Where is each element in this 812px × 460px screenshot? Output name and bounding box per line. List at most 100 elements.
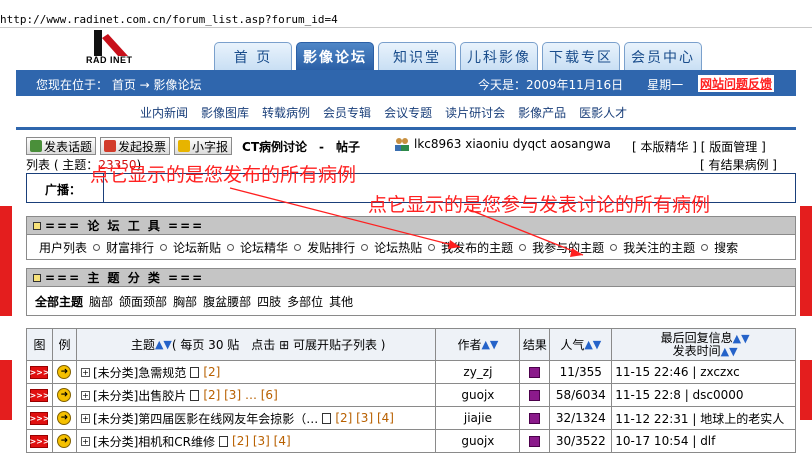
url-text[interactable]: http://www.radinet.com.cn/forum_list.asp…	[0, 13, 338, 26]
topic-author[interactable]: jiajie	[436, 407, 521, 430]
col-author[interactable]: 作者 ▲▼	[436, 329, 521, 361]
expand-icon[interactable]: +	[80, 367, 90, 377]
result-icon	[529, 366, 541, 378]
tab-imaging-forum[interactable]: 影像论坛	[296, 42, 374, 70]
topic-categories-panel: === 主 题 分 类 === 全部主题 脑部 颌面颈部 胸部 腹盆腰部 四肢 …	[26, 268, 796, 316]
results-cases-link[interactable]: [ 有结果病例 ]	[700, 156, 777, 173]
broadcast-label: 广播：	[45, 183, 82, 197]
tab-member-center[interactable]: 会员中心	[624, 42, 702, 70]
category-head-neck[interactable]: 颌面颈部	[119, 293, 167, 310]
subnav-reading-seminar[interactable]: 读片研讨会	[445, 104, 505, 121]
subnav-member-albums[interactable]: 会员专辑	[323, 104, 371, 121]
tool-user-list[interactable]: 用户列表	[39, 239, 87, 256]
bullet-icon	[519, 243, 527, 251]
topic-title[interactable]: [未分类]第四届医影在线网友年会掠影（…	[93, 410, 318, 427]
topic-pages[interactable]: [2] [3] [4]	[335, 411, 394, 425]
expand-icon[interactable]: +	[80, 436, 90, 446]
category-abdomen-pelvis[interactable]: 腹盆腰部	[203, 293, 251, 310]
breadcrumb[interactable]: 您现在位于： 首页 → 影像论坛	[36, 76, 202, 93]
expand-icon[interactable]: +	[80, 413, 90, 423]
subnav-reposted-cases[interactable]: 转载病例	[262, 104, 310, 121]
category-all[interactable]: 全部主题	[35, 293, 83, 310]
hot-topic-icon[interactable]: >>>	[29, 434, 50, 448]
topic-pages[interactable]: [2]	[203, 365, 220, 379]
tab-pediatric-imaging[interactable]: 儿科影像	[460, 42, 538, 70]
arrow-icon[interactable]: ➜	[57, 434, 72, 448]
collapse-icon[interactable]	[33, 221, 41, 230]
tool-search[interactable]: 搜索	[714, 239, 738, 256]
post-topic-button[interactable]: 发表话题	[26, 137, 97, 155]
tool-new-posts[interactable]: 论坛新贴	[173, 239, 221, 256]
table-row[interactable]: >>> ➜ + [未分类]急需规范 [2] zy_zj 11/355 11-15 2…	[27, 361, 797, 384]
subnav-industry-news[interactable]: 业内新闻	[140, 104, 188, 121]
category-multi-site[interactable]: 多部位	[287, 293, 323, 310]
category-brain[interactable]: 脑部	[89, 293, 113, 310]
topic-last-reply[interactable]: 11-15 22:46 | zxczxc	[612, 361, 797, 384]
topic-title[interactable]: [未分类]相机和CR维修	[93, 433, 215, 450]
sort-arrows-icon[interactable]: ▲▼	[481, 338, 498, 351]
sort-arrows-icon[interactable]: ▲▼	[733, 332, 750, 345]
topic-last-reply[interactable]: 11-15 22:8 | dsc0000	[612, 384, 797, 407]
forum-tools-header[interactable]: === 论 坛 工 具 ===	[27, 217, 795, 235]
small-post-button[interactable]: 小字报	[174, 137, 233, 155]
arrow-icon[interactable]: ➜	[57, 411, 72, 425]
sort-arrows-icon[interactable]: ▲▼	[721, 345, 738, 358]
subnav-image-gallery[interactable]: 影像图库	[201, 104, 249, 121]
tool-post-ranking[interactable]: 发贴排行	[307, 239, 355, 256]
sort-arrows-icon[interactable]: ▲▼	[155, 338, 172, 351]
topic-pages[interactable]: [2] [3] … [6]	[203, 388, 277, 402]
col-popularity[interactable]: 人气 ▲▼	[550, 329, 613, 361]
admin-links[interactable]: [ 本版精华 ] [ 版面管理 ]	[632, 138, 766, 155]
site-logo[interactable]: RAD INET	[80, 30, 140, 68]
start-vote-button[interactable]: 发起投票	[100, 137, 171, 155]
topic-pages[interactable]: [2] [3] [4]	[232, 434, 291, 448]
sort-arrows-icon[interactable]: ▲▼	[584, 338, 601, 351]
subnav-imaging-products[interactable]: 影像产品	[518, 104, 566, 121]
sub-navigation: 业内新闻 影像图库 转载病例 会员专辑 会议专题 读片研讨会 影像产品 医影人才	[140, 104, 627, 121]
tool-hot-posts[interactable]: 论坛热贴	[374, 239, 422, 256]
hot-topic-icon[interactable]: >>>	[29, 388, 50, 402]
tab-home[interactable]: 首 页	[214, 42, 292, 70]
bullet-icon	[361, 243, 369, 251]
document-icon	[322, 412, 332, 424]
moderator-names[interactable]: lkc8963 xiaoniu dyqct aosangwa	[414, 137, 611, 151]
topic-author[interactable]: guojx	[436, 384, 521, 407]
hot-topic-icon[interactable]: >>>	[29, 365, 50, 379]
topic-author[interactable]: zy_zj	[436, 361, 521, 384]
topic-last-reply[interactable]: 10-17 10:54 | dlf	[612, 430, 797, 453]
tool-essence[interactable]: 论坛精华	[240, 239, 288, 256]
col-last-reply-label: 最后回复信息	[660, 330, 733, 345]
tab-downloads[interactable]: 下载专区	[542, 42, 620, 70]
topic-title[interactable]: [未分类]急需规范	[93, 364, 186, 381]
categories-list: 全部主题 脑部 颌面颈部 胸部 腹盆腰部 四肢 多部位 其他	[27, 287, 795, 315]
browser-address-bar[interactable]: http://www.radinet.com.cn/forum_list.asp…	[0, 0, 812, 28]
topic-author[interactable]: guojx	[436, 430, 521, 453]
topic-last-reply[interactable]: 11-12 22:31 | 地球上的老实人	[612, 407, 797, 430]
table-row[interactable]: >>> ➜ + [未分类]出售胶片 [2] [3] … [6] guojx 58/6…	[27, 384, 797, 407]
category-chest[interactable]: 胸部	[173, 293, 197, 310]
category-other[interactable]: 其他	[329, 293, 353, 310]
tool-my-topics[interactable]: 我发布的主题	[441, 239, 513, 256]
col-topic[interactable]: 主题 ▲▼ ( 每页 30 贴 点击 ⊞ 可展开贴子列表 )	[76, 329, 437, 361]
tab-knowledge[interactable]: 知识堂	[378, 42, 456, 70]
arrow-icon[interactable]: ➜	[57, 365, 72, 379]
expand-icon[interactable]: +	[80, 390, 90, 400]
tool-wealth-ranking[interactable]: 财富排行	[106, 239, 154, 256]
collapse-icon[interactable]	[33, 273, 41, 282]
hot-topic-icon[interactable]: >>>	[29, 411, 50, 425]
arrow-icon[interactable]: ➜	[57, 388, 72, 402]
categories-header[interactable]: === 主 题 分 类 ===	[27, 269, 795, 287]
tool-my-participated[interactable]: 我参与的主题	[532, 239, 604, 256]
table-row[interactable]: >>> ➜ + [未分类]第四届医影在线网友年会掠影（… [2] [3] [4] j…	[27, 407, 797, 430]
feedback-link[interactable]: 网站问题反馈	[698, 75, 775, 92]
categories-title: === 主 题 分 类 ===	[45, 271, 205, 285]
annotation-my-topics: 点它显示的是您发布的所有病例	[90, 164, 357, 186]
col-last-reply[interactable]: 最后回复信息▲▼ 发表时间▲▼	[612, 329, 797, 361]
subnav-careers[interactable]: 医影人才	[579, 104, 627, 121]
subnav-conferences[interactable]: 会议专题	[384, 104, 432, 121]
category-limbs[interactable]: 四肢	[257, 293, 281, 310]
table-row[interactable]: >>> ➜ + [未分类]相机和CR维修 [2] [3] [4] guojx 30/…	[27, 430, 797, 453]
bullet-icon	[610, 243, 618, 251]
topic-title[interactable]: [未分类]出售胶片	[93, 387, 186, 404]
tool-my-followed[interactable]: 我关注的主题	[623, 239, 695, 256]
